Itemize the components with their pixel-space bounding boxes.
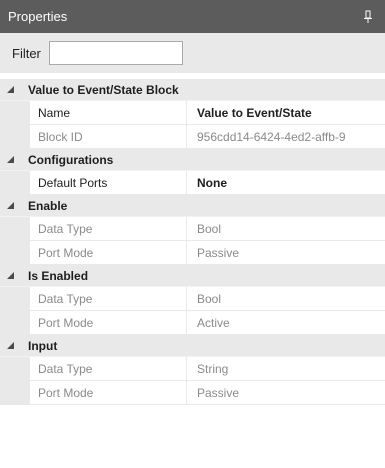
collapse-triangle-icon[interactable] (0, 272, 20, 279)
property-grid: Value to Event/State Block Name Value to E… (0, 79, 385, 405)
panel-title: Properties (8, 9, 68, 24)
property-value[interactable]: Active (187, 311, 385, 335)
property-name: Data Type (30, 217, 187, 241)
row-gutter (0, 287, 30, 311)
property-name: Port Mode (30, 241, 187, 265)
pin-icon[interactable] (363, 10, 373, 24)
property-name: Block ID (30, 125, 187, 149)
row-gutter (0, 241, 30, 265)
row-gutter (0, 217, 30, 241)
property-name: Port Mode (30, 381, 187, 405)
row-gutter (0, 101, 30, 125)
collapse-triangle-icon[interactable] (0, 156, 20, 163)
property-row[interactable]: Data Type String (0, 357, 385, 381)
property-name: Data Type (30, 287, 187, 311)
category-header[interactable]: Is Enabled (0, 265, 385, 287)
row-gutter (0, 311, 30, 335)
category-label: Is Enabled (28, 268, 89, 283)
property-name: Port Mode (30, 311, 187, 335)
filter-input[interactable] (48, 41, 183, 65)
property-row[interactable]: Name Value to Event/State (0, 101, 385, 125)
property-row[interactable]: Data Type Bool (0, 217, 385, 241)
property-name: Default Ports (30, 171, 187, 195)
collapse-triangle-icon[interactable] (0, 342, 20, 349)
category-label: Input (28, 338, 58, 353)
category-header[interactable]: Configurations (0, 149, 385, 171)
category-label: Configurations (28, 152, 114, 167)
property-value[interactable]: 956cdd14-6424-4ed2-affb-9 (187, 125, 385, 149)
property-row[interactable]: Port Mode Passive (0, 381, 385, 405)
category-header[interactable]: Enable (0, 195, 385, 217)
property-value[interactable]: Bool (187, 287, 385, 311)
filter-bar: Filter (0, 33, 385, 73)
property-value[interactable]: Passive (187, 381, 385, 405)
property-value[interactable]: String (187, 357, 385, 381)
collapse-triangle-icon[interactable] (0, 202, 20, 209)
row-gutter (0, 381, 30, 405)
property-row[interactable]: Block ID 956cdd14-6424-4ed2-affb-9 (0, 125, 385, 149)
property-name: Name (30, 101, 187, 125)
property-name: Data Type (30, 357, 187, 381)
category-label: Enable (28, 198, 68, 213)
category-label: Value to Event/State Block (28, 82, 179, 97)
row-gutter (0, 357, 30, 381)
property-value[interactable]: None (187, 171, 385, 195)
property-row[interactable]: Port Mode Active (0, 311, 385, 335)
property-row[interactable]: Data Type Bool (0, 287, 385, 311)
property-value[interactable]: Passive (187, 241, 385, 265)
row-gutter (0, 125, 30, 149)
properties-titlebar: Properties (0, 0, 385, 33)
filter-label: Filter (12, 45, 41, 61)
category-header[interactable]: Value to Event/State Block (0, 79, 385, 101)
row-gutter (0, 171, 30, 195)
category-header[interactable]: Input (0, 335, 385, 357)
property-value[interactable]: Value to Event/State (187, 101, 385, 125)
property-value[interactable]: Bool (187, 217, 385, 241)
property-row[interactable]: Default Ports None (0, 171, 385, 195)
collapse-triangle-icon[interactable] (0, 86, 20, 93)
property-row[interactable]: Port Mode Passive (0, 241, 385, 265)
properties-panel: Properties Filter Value to Event/State B… (0, 0, 385, 468)
